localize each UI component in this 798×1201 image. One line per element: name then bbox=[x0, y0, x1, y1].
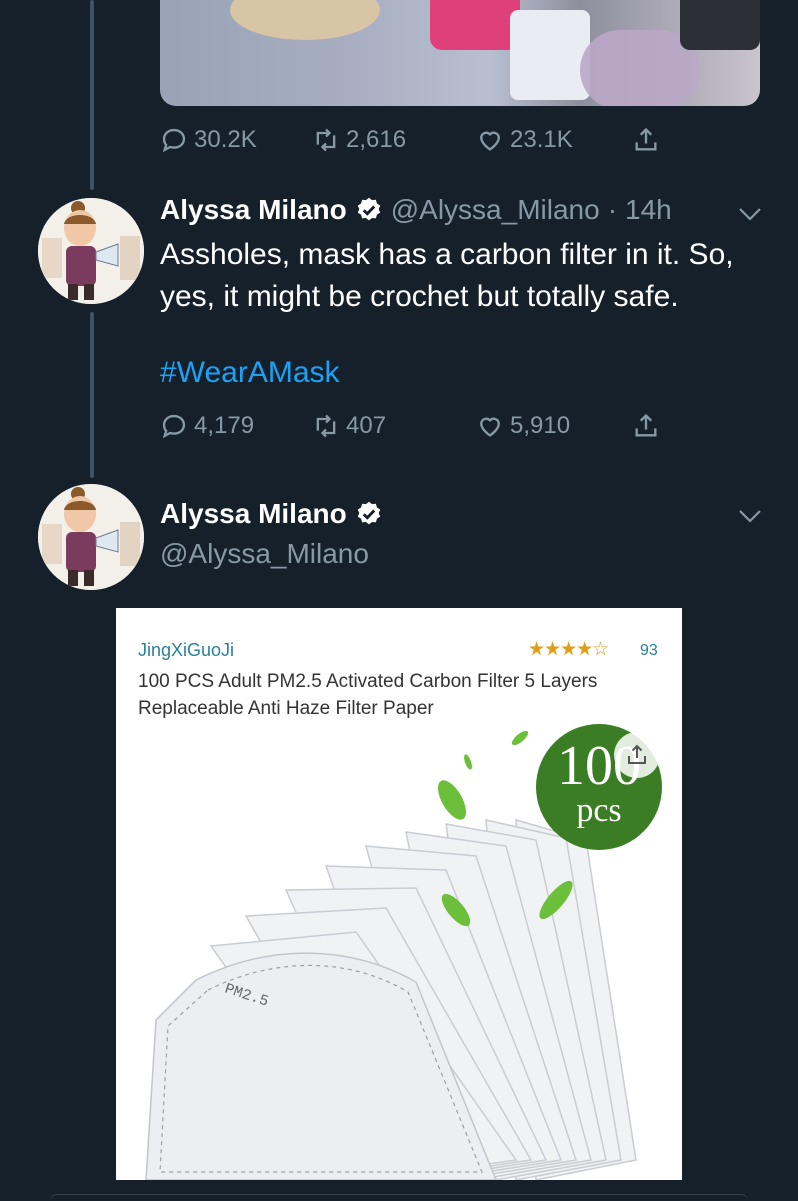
handle[interactable]: @Alyssa_Milano bbox=[160, 538, 369, 570]
bottom-edge bbox=[0, 1180, 798, 1200]
reply-button[interactable]: 30.2K bbox=[160, 126, 312, 154]
product-screenshot[interactable]: JingXiGuoJi ★★★★☆ 93 100 PCS Adult PM2.5… bbox=[116, 608, 682, 1180]
rating-count: 93 bbox=[640, 642, 658, 659]
share-button[interactable] bbox=[632, 412, 660, 440]
verified-badge-icon bbox=[357, 197, 380, 221]
like-count: 5,910 bbox=[510, 412, 571, 439]
tweet-header: Alyssa Milano bbox=[160, 498, 383, 530]
reply-icon bbox=[162, 414, 186, 439]
separator: · bbox=[607, 194, 618, 225]
retweet-icon bbox=[316, 128, 336, 152]
retweet-button[interactable]: 407 bbox=[312, 412, 476, 440]
heart-icon bbox=[480, 417, 500, 437]
share-button[interactable] bbox=[614, 732, 660, 778]
avatar[interactable] bbox=[38, 198, 144, 304]
avatar-caricature bbox=[38, 484, 144, 590]
handle[interactable]: @Alyssa_Milano bbox=[391, 194, 600, 226]
like-button[interactable]: 5,910 bbox=[476, 412, 632, 440]
star-rating: ★★★★☆ bbox=[528, 639, 609, 660]
retweet-icon bbox=[316, 414, 336, 438]
reply-button[interactable]: 4,179 bbox=[160, 412, 312, 440]
tweet-header-handle: @Alyssa_Milano bbox=[160, 538, 369, 570]
display-name[interactable]: Alyssa Milano bbox=[160, 498, 347, 530]
display-name[interactable]: Alyssa Milano bbox=[160, 194, 347, 226]
retweet-count: 2,616 bbox=[346, 126, 407, 153]
badge-unit: pcs bbox=[576, 792, 622, 829]
share-icon bbox=[635, 127, 657, 151]
thread-line bbox=[90, 312, 94, 478]
product-title: 100 PCS Adult PM2.5 Activated Carbon Fil… bbox=[138, 671, 598, 719]
tweet-actions: 30.2K 2,616 23.1K bbox=[160, 122, 660, 158]
reply-count: 4,179 bbox=[194, 412, 255, 439]
retweet-button[interactable]: 2,616 bbox=[312, 126, 476, 154]
product-seller: JingXiGuoJi bbox=[138, 640, 235, 660]
tweet-photo[interactable] bbox=[160, 0, 760, 106]
chevron-down-icon[interactable] bbox=[736, 204, 764, 224]
tweet-actions: 4,179 407 5,910 bbox=[160, 408, 660, 444]
heart-icon bbox=[480, 131, 500, 151]
timestamp[interactable]: 14h bbox=[625, 194, 672, 226]
hashtag-link[interactable]: #WearAMask bbox=[160, 356, 340, 390]
verified-badge-icon bbox=[357, 501, 380, 525]
reply-count: 30.2K bbox=[194, 126, 257, 153]
like-count: 23.1K bbox=[510, 126, 573, 153]
share-icon bbox=[635, 413, 657, 437]
reply-icon bbox=[162, 128, 186, 153]
thread-line bbox=[90, 0, 94, 190]
like-button[interactable]: 23.1K bbox=[476, 126, 632, 154]
share-button[interactable] bbox=[632, 126, 660, 154]
tweet-text: Assholes, mask has a carbon filter in it… bbox=[160, 238, 734, 313]
avatar-caricature bbox=[38, 198, 144, 304]
tweet-header: Alyssa Milano @Alyssa_Milano · 14h bbox=[160, 194, 672, 226]
chevron-down-icon[interactable] bbox=[736, 506, 764, 526]
avatar[interactable] bbox=[38, 484, 144, 590]
share-icon bbox=[628, 744, 646, 764]
retweet-count: 407 bbox=[346, 412, 387, 439]
